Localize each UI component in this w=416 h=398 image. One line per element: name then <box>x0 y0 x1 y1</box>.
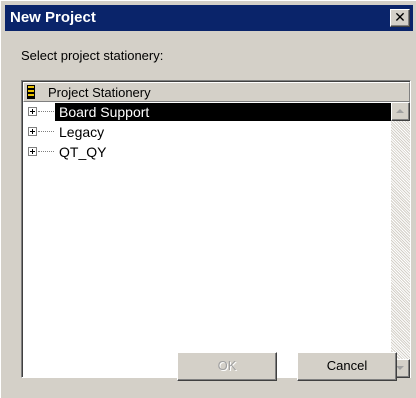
plus-expander-icon[interactable] <box>28 147 37 156</box>
tree-item-label: Legacy <box>59 124 105 140</box>
tree-item-label: QT_QY <box>59 144 107 160</box>
ok-button[interactable]: OK <box>177 352 277 381</box>
tree-item-board-support[interactable]: Board Support <box>23 102 391 122</box>
plus-expander-icon[interactable] <box>28 107 37 116</box>
stationery-stack-icon <box>27 85 35 99</box>
plus-expander-icon[interactable] <box>28 127 37 136</box>
cancel-button[interactable]: Cancel <box>297 352 397 381</box>
stationery-tree[interactable]: Project Stationery Board Support Legacy <box>21 80 411 378</box>
arrow-up-icon <box>396 109 404 113</box>
title-bar[interactable]: New Project ✕ <box>5 5 413 31</box>
close-button[interactable]: ✕ <box>390 9 410 27</box>
tree-item-label: Board Support <box>59 104 150 120</box>
tree-header: Project Stationery <box>23 82 410 102</box>
window-title: New Project <box>10 9 96 26</box>
vertical-scrollbar[interactable] <box>391 102 410 378</box>
scroll-up-button[interactable] <box>391 102 410 121</box>
new-project-dialog: New Project ✕ Select project stationery:… <box>0 0 416 398</box>
stationery-prompt: Select project stationery: <box>21 48 164 63</box>
close-icon: ✕ <box>394 9 406 25</box>
tree-item-legacy[interactable]: Legacy <box>23 122 391 142</box>
tree-header-label: Project Stationery <box>48 85 151 100</box>
tree-item-qt-qy[interactable]: QT_QY <box>23 142 391 162</box>
tree-body: Board Support Legacy QT_QY <box>23 102 391 378</box>
arrow-down-icon <box>396 366 404 370</box>
